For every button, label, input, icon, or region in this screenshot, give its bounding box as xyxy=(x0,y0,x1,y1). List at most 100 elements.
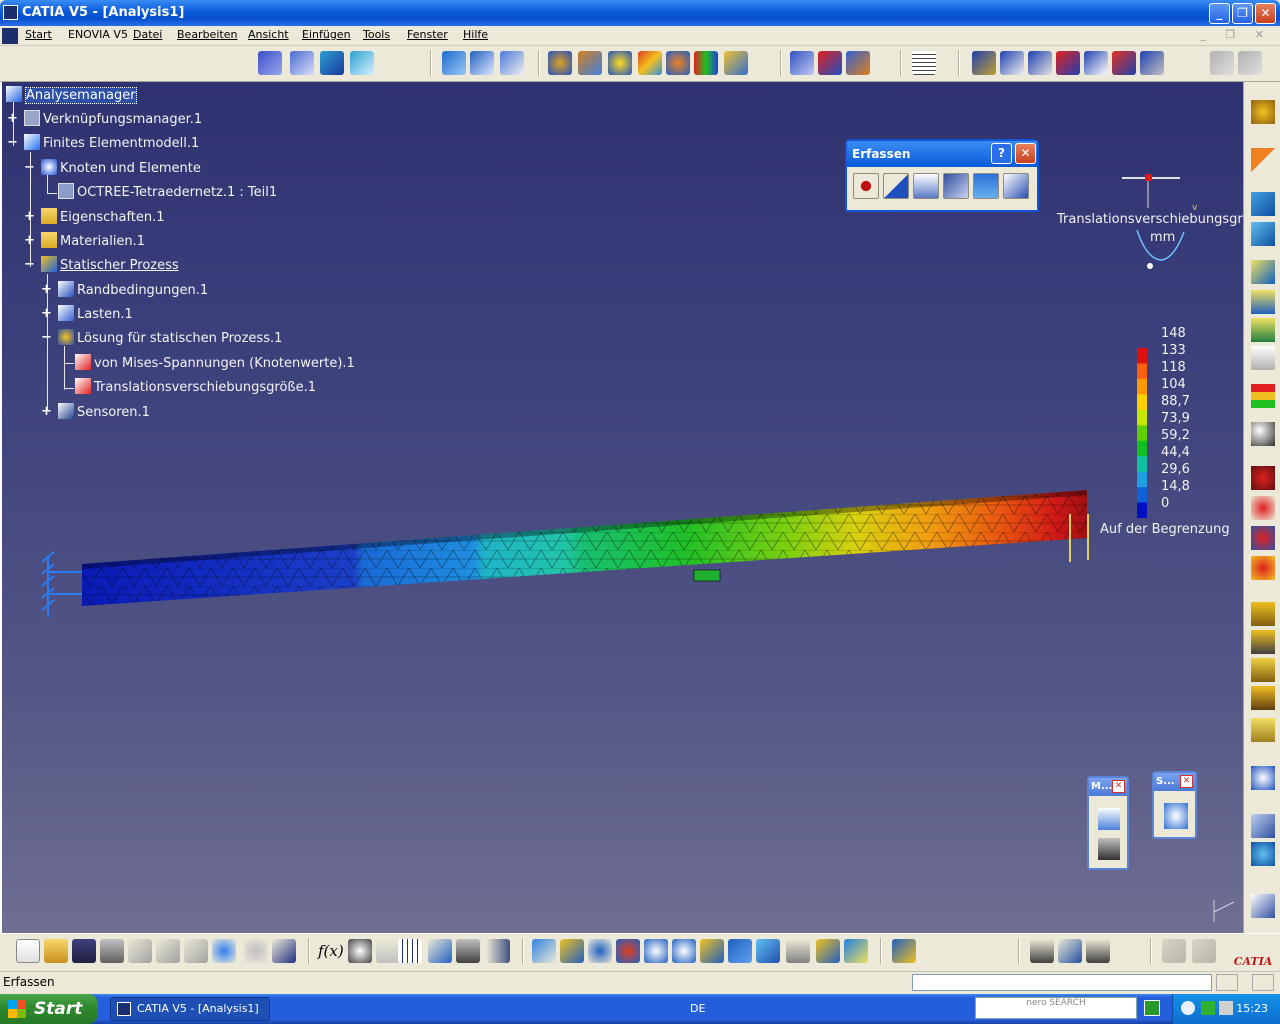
menu-enovia[interactable]: ENOVIA V5 xyxy=(68,28,128,41)
clash-analysis-icon[interactable] xyxy=(1164,803,1188,829)
beam-mesh-icon[interactable] xyxy=(350,51,374,75)
3d-viewport[interactable]: Analysemanager + Verknüpfungsmanager.1 −… xyxy=(0,82,1243,933)
document-icon[interactable] xyxy=(2,28,18,44)
force-icon[interactable] xyxy=(470,51,494,75)
menu-fenster[interactable]: Fenster xyxy=(407,28,448,41)
gear-icon[interactable] xyxy=(1251,100,1275,124)
surface-group-icon[interactable] xyxy=(1251,842,1275,866)
save-icon[interactable] xyxy=(72,939,96,963)
formula-icon[interactable]: f(x) xyxy=(318,939,344,963)
close-button[interactable]: ✕ xyxy=(1180,775,1193,788)
amplification-icon[interactable] xyxy=(818,51,842,75)
nero-search-box[interactable]: nero SEARCH xyxy=(975,997,1137,1019)
virtual-part-icon[interactable] xyxy=(1251,466,1275,490)
report-icon[interactable] xyxy=(912,51,936,75)
menu-tools[interactable]: Tools xyxy=(363,28,390,41)
security-lock-icon[interactable] xyxy=(456,939,480,963)
design-table-icon[interactable] xyxy=(398,939,422,963)
capture-measure-icon[interactable] xyxy=(1003,173,1029,199)
color-legend[interactable]: v Translationsverschiebungsgröß mm 148 13… xyxy=(1052,170,1243,537)
mesh-part-icon[interactable] xyxy=(290,51,314,75)
record-icon[interactable] xyxy=(853,173,879,199)
menu-start[interactable]: Start xyxy=(25,28,52,41)
cut-icon[interactable] xyxy=(128,939,152,963)
seam-weld-icon[interactable] xyxy=(1086,939,1110,963)
select-arrow-icon[interactable] xyxy=(1251,148,1275,172)
fly-mode-icon[interactable] xyxy=(532,939,556,963)
album-icon[interactable] xyxy=(973,173,999,199)
analysis-parameters-icon[interactable] xyxy=(486,939,510,963)
shading-icon[interactable] xyxy=(844,939,868,963)
close-button[interactable]: ✕ xyxy=(1112,780,1125,793)
global-sensor-icon[interactable] xyxy=(1084,51,1108,75)
compute-icon[interactable] xyxy=(548,51,572,75)
zoom-out-icon[interactable] xyxy=(672,939,696,963)
lock-icon[interactable] xyxy=(376,939,400,963)
rotate-icon[interactable] xyxy=(616,939,640,963)
mesh-refine-icon[interactable] xyxy=(1140,51,1164,75)
multi-view-icon[interactable] xyxy=(728,939,752,963)
print-icon[interactable] xyxy=(100,939,124,963)
pressure-fitting-icon[interactable] xyxy=(1251,686,1275,710)
group-icon[interactable] xyxy=(1251,814,1275,838)
extrema-icon[interactable] xyxy=(846,51,870,75)
tray-expand-icon[interactable] xyxy=(1181,1001,1195,1015)
erfassen-toolbar[interactable]: Erfassen ? ✕ xyxy=(845,139,1039,212)
animate-icon[interactable] xyxy=(724,51,748,75)
beam-property-icon[interactable] xyxy=(1251,318,1275,342)
menu-hilfe[interactable]: Hilfe xyxy=(463,28,488,41)
material-icon[interactable] xyxy=(1251,422,1275,446)
minimize-button[interactable]: _ xyxy=(1209,3,1230,24)
precision-icon[interactable] xyxy=(694,51,718,75)
network-icon[interactable] xyxy=(1201,1001,1215,1015)
check-icon[interactable] xyxy=(1251,384,1275,408)
space-analysis-toolbar[interactable]: S... ✕ xyxy=(1152,771,1197,839)
mdi-controls[interactable]: _ ❐ ✕ xyxy=(1200,28,1272,41)
cut-plane-icon[interactable] xyxy=(790,51,814,75)
clamp-icon[interactable] xyxy=(442,51,466,75)
start-button[interactable]: Start xyxy=(0,994,98,1024)
measure-toolbar[interactable]: M... ✕ xyxy=(1087,776,1129,870)
copy-icon[interactable] xyxy=(156,939,180,963)
triangle-mesher-icon[interactable] xyxy=(1251,222,1275,246)
menu-einfuegen[interactable]: Einfügen xyxy=(302,28,351,41)
close-button[interactable]: ✕ xyxy=(1255,3,1276,24)
fasteners-icon[interactable] xyxy=(1030,939,1054,963)
zoom-sensor-icon[interactable] xyxy=(1251,766,1275,790)
displacement-icon[interactable] xyxy=(638,51,662,75)
menu-datei[interactable]: Datei xyxy=(133,28,162,41)
measure-between-icon[interactable] xyxy=(1098,808,1120,830)
bolt-tightening-icon[interactable] xyxy=(1251,718,1275,742)
new-document-icon[interactable] xyxy=(16,939,40,963)
measure-item-icon[interactable] xyxy=(1098,838,1120,860)
volume-icon[interactable] xyxy=(1219,1001,1233,1015)
hierarchy-icon[interactable] xyxy=(428,939,452,963)
contact-virtual-part-icon[interactable] xyxy=(1251,556,1275,580)
select-icon[interactable] xyxy=(883,173,909,199)
shell-property-icon[interactable] xyxy=(1251,290,1275,314)
principal-stress-icon[interactable] xyxy=(666,51,690,75)
go-arrow-icon[interactable] xyxy=(1144,1000,1160,1016)
swap-visible-icon[interactable] xyxy=(816,939,840,963)
rigid-virtual-part-icon[interactable] xyxy=(1251,496,1275,520)
undo-icon[interactable] xyxy=(212,939,236,963)
taskbar-item-catia[interactable]: CATIA V5 - [Analysis1] xyxy=(110,997,270,1021)
user-material-icon[interactable] xyxy=(1251,346,1275,370)
menu-ansicht[interactable]: Ansicht xyxy=(248,28,289,41)
capture-options-icon[interactable] xyxy=(913,173,939,199)
octree-mesher-icon[interactable] xyxy=(1251,192,1275,216)
restraint-icon[interactable] xyxy=(500,51,524,75)
language-indicator[interactable]: DE xyxy=(690,1002,705,1015)
solid-property-icon[interactable] xyxy=(1251,260,1275,284)
contact-connection-icon[interactable] xyxy=(1251,630,1275,654)
von-mises-icon[interactable] xyxy=(608,51,632,75)
spring-virtual-part-icon[interactable] xyxy=(1251,526,1275,550)
command-input[interactable] xyxy=(912,974,1212,991)
command-clear-button[interactable] xyxy=(1252,974,1274,991)
knowledge-advisor-icon[interactable] xyxy=(348,939,372,963)
menu-bearbeiten[interactable]: Bearbeiten xyxy=(177,28,237,41)
pan-icon[interactable] xyxy=(588,939,612,963)
connection-property-icon[interactable] xyxy=(1251,602,1275,626)
fit-all-icon[interactable] xyxy=(560,939,584,963)
maximize-button[interactable]: ❐ xyxy=(1232,3,1253,24)
